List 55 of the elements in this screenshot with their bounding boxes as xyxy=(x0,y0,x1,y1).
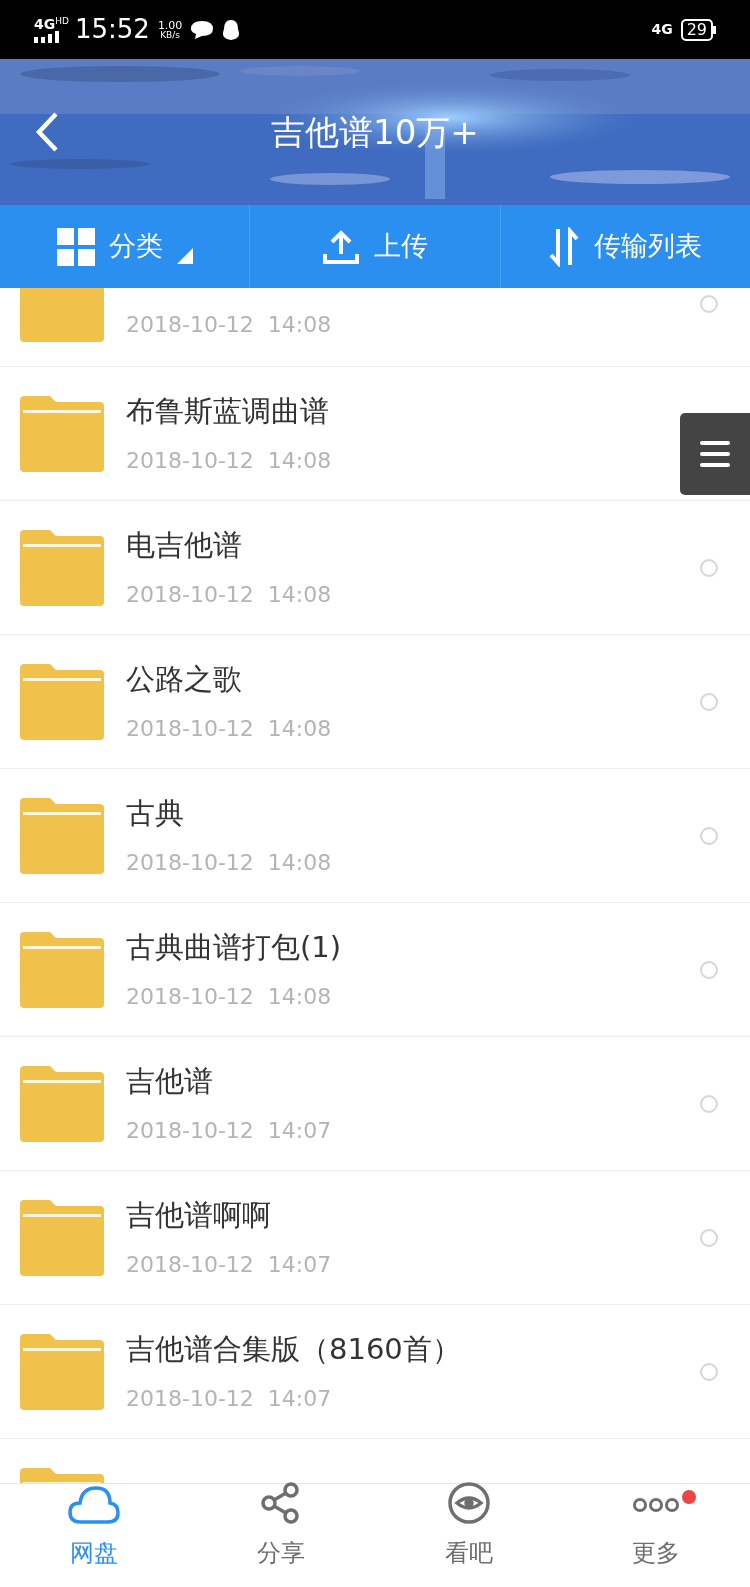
back-icon[interactable] xyxy=(35,112,59,152)
file-date: 2018-10-12 14:07 xyxy=(126,1250,333,1279)
nav-tab[interactable]: 更多 xyxy=(562,1484,750,1587)
folder-name[interactable]: 吉他谱 xyxy=(126,1060,678,1104)
cloud-icon xyxy=(67,1484,120,1525)
folder-icon xyxy=(20,931,104,1008)
select-radio[interactable] xyxy=(700,826,718,845)
select-radio[interactable] xyxy=(700,960,718,979)
file-date: 2018-10-12 14:08 xyxy=(126,310,333,339)
file-date: 2018-10-12 14:08 xyxy=(126,446,333,475)
select-radio[interactable] xyxy=(700,1228,718,1247)
battery-indicator: 29 xyxy=(680,18,716,41)
folder-name[interactable]: 古典曲谱打包(1) xyxy=(126,926,678,970)
more-icon xyxy=(632,1496,681,1513)
folder-name[interactable]: 布鲁斯蓝调曲谱 xyxy=(126,390,678,434)
folder-icon xyxy=(20,395,104,472)
folder-icon xyxy=(20,797,104,874)
folder-name[interactable]: 古典 xyxy=(126,792,678,836)
folder-icon xyxy=(20,529,104,606)
file-date: 2018-10-12 14:08 xyxy=(126,982,333,1011)
folder-name[interactable]: 公路之歌 xyxy=(126,658,678,702)
select-radio[interactable] xyxy=(700,558,718,577)
file-date: 2018-10-12 14:08 xyxy=(126,580,333,609)
folder-icon xyxy=(20,288,104,342)
nav-tab[interactable]: 看吧 xyxy=(375,1484,563,1587)
folder-name[interactable]: 吉他谱啊啊 xyxy=(126,1194,678,1238)
clock: 15:52 xyxy=(74,13,150,46)
menu-icon xyxy=(700,441,730,467)
eye-icon xyxy=(446,1481,491,1525)
grid-icon xyxy=(56,227,95,266)
chat-icon xyxy=(190,19,215,40)
select-radio[interactable] xyxy=(700,1362,718,1381)
folder-icon xyxy=(20,1333,104,1410)
file-date: 2018-10-12 14:07 xyxy=(126,1384,333,1413)
file-date: 2018-10-12 14:08 xyxy=(126,848,333,877)
file-date: 2018-10-12 14:08 xyxy=(126,714,333,743)
network-label: 4G xyxy=(651,20,673,39)
file-date: 2018-10-12 14:07 xyxy=(126,1116,333,1145)
network-hd-label: HD xyxy=(55,16,69,26)
speed-unit: KB/s xyxy=(160,30,181,40)
transfer-icon xyxy=(548,226,581,267)
folder-name[interactable]: 电吉他谱 xyxy=(126,524,678,568)
folder-icon xyxy=(20,663,104,740)
select-radio[interactable] xyxy=(700,692,718,711)
penguin-icon xyxy=(222,18,241,41)
menu-button[interactable] xyxy=(680,413,750,495)
select-radio[interactable] xyxy=(700,295,718,313)
page-title: 吉他谱10万+ xyxy=(271,110,479,154)
select-radio[interactable] xyxy=(700,1094,718,1113)
network-label: 4G xyxy=(34,16,56,31)
folder-name[interactable]: 吉他谱合集版（8160首） xyxy=(126,1328,678,1372)
speed-value: 1.00 xyxy=(157,19,183,31)
folder-icon xyxy=(20,1199,104,1276)
folder-icon xyxy=(20,1065,104,1142)
nav-tab[interactable]: 分享 xyxy=(187,1484,375,1587)
